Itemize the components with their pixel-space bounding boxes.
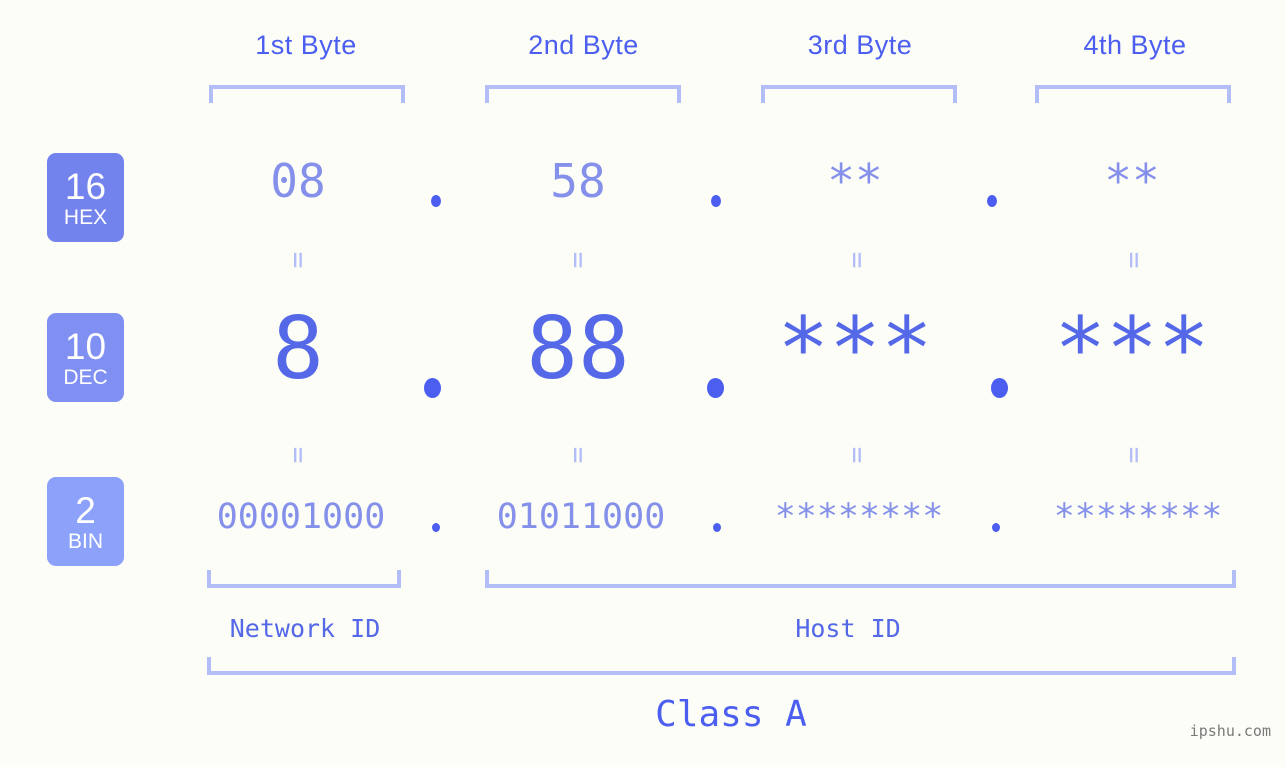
base-badge-dec-label: DEC: [63, 365, 108, 389]
equals-dec-bin-2: =: [562, 446, 595, 464]
bin-value-byte-4: ********: [1053, 497, 1223, 537]
bin-value-byte-3: ********: [774, 497, 944, 537]
base-badge-dec-number: 10: [64, 325, 107, 367]
bin-dot-3: [992, 523, 1000, 532]
byte-bracket-top-4: [1035, 85, 1231, 103]
hex-value-byte-1: 08: [270, 154, 326, 208]
base-badge-bin-label: BIN: [67, 529, 103, 553]
byte-bracket-top-1: [209, 85, 405, 103]
dec-value-byte-4: ***: [1054, 299, 1210, 399]
equals-dec-bin-1: =: [282, 446, 315, 464]
class-bracket: [207, 657, 1236, 675]
byte-header-1: 1st Byte: [255, 30, 357, 60]
equals-hex-dec-1: =: [282, 251, 315, 269]
hex-dot-2: [711, 195, 721, 207]
byte-header-2: 2nd Byte: [528, 30, 639, 60]
ip-breakdown-diagram: 1st Byte 2nd Byte 3rd Byte 4th Byte 16 H…: [0, 0, 1285, 767]
bin-value-byte-2: 01011000: [496, 497, 666, 537]
dec-value-byte-2: 88: [526, 299, 630, 399]
hex-dot-3: [987, 195, 997, 207]
byte-bracket-top-3: [761, 85, 957, 103]
bin-dot-2: [713, 523, 721, 532]
base-badge-hex-label: HEX: [63, 205, 108, 229]
bin-dot-1: [432, 523, 440, 532]
host-id-bracket: [485, 570, 1236, 588]
equals-hex-dec-2: =: [562, 251, 595, 269]
byte-header-3: 3rd Byte: [807, 30, 913, 60]
bin-value-byte-1: 00001000: [216, 497, 386, 537]
base-badge-dec[interactable]: 10 DEC: [47, 313, 124, 402]
hex-value-byte-2: 58: [550, 154, 606, 208]
base-badge-hex-number: 16: [64, 165, 107, 207]
network-id-bracket: [207, 570, 401, 588]
hex-dot-1: [431, 195, 441, 207]
dec-dot-2: [707, 378, 724, 398]
equals-hex-dec-4: =: [1118, 251, 1151, 269]
byte-header-4: 4th Byte: [1083, 30, 1187, 60]
dec-value-byte-3: ***: [777, 299, 933, 399]
base-badge-bin-number: 2: [75, 489, 96, 531]
dec-dot-1: [424, 378, 441, 398]
class-label: Class A: [655, 694, 807, 735]
network-id-label: Network ID: [229, 614, 381, 643]
equals-dec-bin-4: =: [1118, 446, 1151, 464]
base-badge-bin[interactable]: 2 BIN: [47, 477, 124, 566]
byte-bracket-top-2: [485, 85, 681, 103]
dec-dot-3: [991, 378, 1008, 398]
host-id-label: Host ID: [795, 614, 901, 643]
equals-dec-bin-3: =: [841, 446, 874, 464]
equals-hex-dec-3: =: [841, 251, 874, 269]
base-badge-hex[interactable]: 16 HEX: [47, 153, 124, 242]
site-watermark: ipshu.com: [1189, 722, 1271, 740]
hex-value-byte-3: **: [827, 154, 883, 208]
dec-value-byte-1: 8: [272, 299, 324, 399]
hex-value-byte-4: **: [1104, 154, 1160, 208]
